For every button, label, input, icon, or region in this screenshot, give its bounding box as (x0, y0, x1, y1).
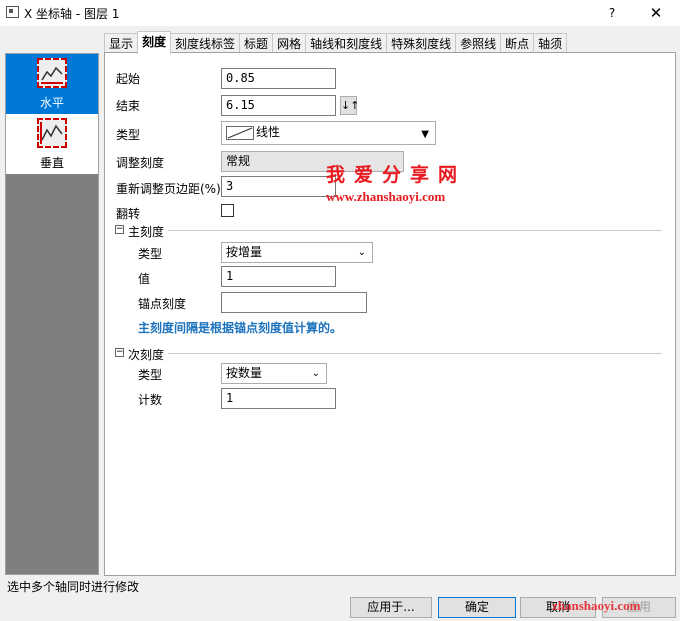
divider (168, 230, 662, 231)
linear-scale-icon (226, 126, 254, 140)
apply-to-button[interactable]: 应用于... (350, 597, 432, 618)
tab-tick-labels[interactable]: 刻度线标签 (170, 33, 241, 53)
axis-item-label: 垂直 (39, 156, 64, 170)
flip-checkbox[interactable] (221, 204, 234, 217)
swap-icon[interactable]: ↓↑ (340, 96, 359, 115)
major-value-label: 值 (138, 272, 151, 286)
major-type-label: 类型 (138, 247, 163, 261)
close-button[interactable]: ✕ (644, 3, 668, 23)
axis-item-label: 水平 (39, 96, 64, 110)
tab-title[interactable]: 标题 (239, 33, 274, 53)
major-type-select[interactable]: 按增量 ⌄ (221, 242, 373, 263)
start-input[interactable]: 0.85 (221, 68, 336, 89)
scale-type-value: 线性 (256, 125, 281, 139)
minor-ticks-header: 次刻度 (128, 348, 165, 362)
major-note: 主刻度间隔是根据锚点刻度值计算的。 (138, 321, 343, 335)
collapse-major-icon[interactable]: − (115, 225, 124, 234)
ok-button[interactable]: 确定 (438, 597, 516, 618)
anchor-tick-input[interactable] (221, 292, 367, 313)
axis-item-vertical[interactable]: 垂直 (6, 114, 98, 174)
rescale-label: 调整刻度 (116, 156, 165, 170)
end-label: 结束 (116, 99, 141, 113)
flip-label: 翻转 (116, 207, 141, 221)
chevron-down-icon: ⌄ (311, 368, 320, 379)
major-type-value: 按增量 (226, 245, 263, 259)
axis-list: 水平 垂直 (5, 53, 99, 575)
app-icon (6, 6, 19, 18)
minor-count-input[interactable]: 1 (221, 388, 336, 409)
help-button[interactable]: ? (600, 3, 624, 23)
rescale-value: 常规 (226, 154, 251, 168)
tab-breaks[interactable]: 断点 (500, 33, 535, 53)
start-label: 起始 (116, 72, 141, 86)
major-value-input[interactable]: 1 (221, 266, 336, 287)
rescale-margin-label: 重新调整页边距(%) (116, 182, 221, 196)
end-input[interactable]: 6.15 (221, 95, 336, 116)
horizontal-axis-icon (37, 58, 67, 88)
window-title: X 坐标轴 - 图层 1 (24, 7, 120, 21)
corner-watermark: zhanshaoyi.com (552, 598, 641, 613)
tab-grid[interactable]: 网格 (272, 33, 307, 53)
axis-item-horizontal[interactable]: 水平 (6, 54, 98, 114)
tab-reference-lines[interactable]: 参照线 (455, 33, 502, 53)
type-label: 类型 (116, 128, 141, 142)
tab-strip: 显示 刻度 刻度线标签 标题 网格 轴线和刻度线 特殊刻度线 参照线 断点 轴须 (104, 31, 568, 54)
major-ticks-header: 主刻度 (128, 225, 165, 239)
minor-type-label: 类型 (138, 368, 163, 382)
status-text: 选中多个轴同时进行修改 (7, 580, 140, 594)
minor-type-value: 按数量 (226, 366, 263, 380)
minor-count-label: 计数 (138, 393, 163, 407)
vertical-axis-icon (37, 118, 67, 148)
title-bar: X 坐标轴 - 图层 1 ? ✕ (0, 0, 680, 26)
tab-special-ticks[interactable]: 特殊刻度线 (386, 33, 457, 53)
tab-scale[interactable]: 刻度 (137, 31, 172, 54)
tab-rug[interactable]: 轴须 (533, 33, 568, 53)
tab-line-and-ticks[interactable]: 轴线和刻度线 (305, 33, 388, 53)
scale-type-select[interactable]: 线性 ▼ (221, 121, 436, 145)
divider (168, 353, 662, 354)
watermark-text: 我爱分享网 (326, 165, 467, 186)
tab-display[interactable]: 显示 (104, 33, 139, 53)
rescale-margin-input[interactable]: 3 (221, 176, 336, 197)
watermark-url: www.zhanshaoyi.com (326, 189, 446, 204)
anchor-tick-label: 锚点刻度 (138, 297, 187, 311)
chevron-down-icon: ⌄ (357, 247, 366, 258)
collapse-minor-icon[interactable]: − (115, 348, 124, 357)
chevron-down-icon: ▼ (421, 129, 429, 140)
minor-type-select[interactable]: 按数量 ⌄ (221, 363, 327, 384)
